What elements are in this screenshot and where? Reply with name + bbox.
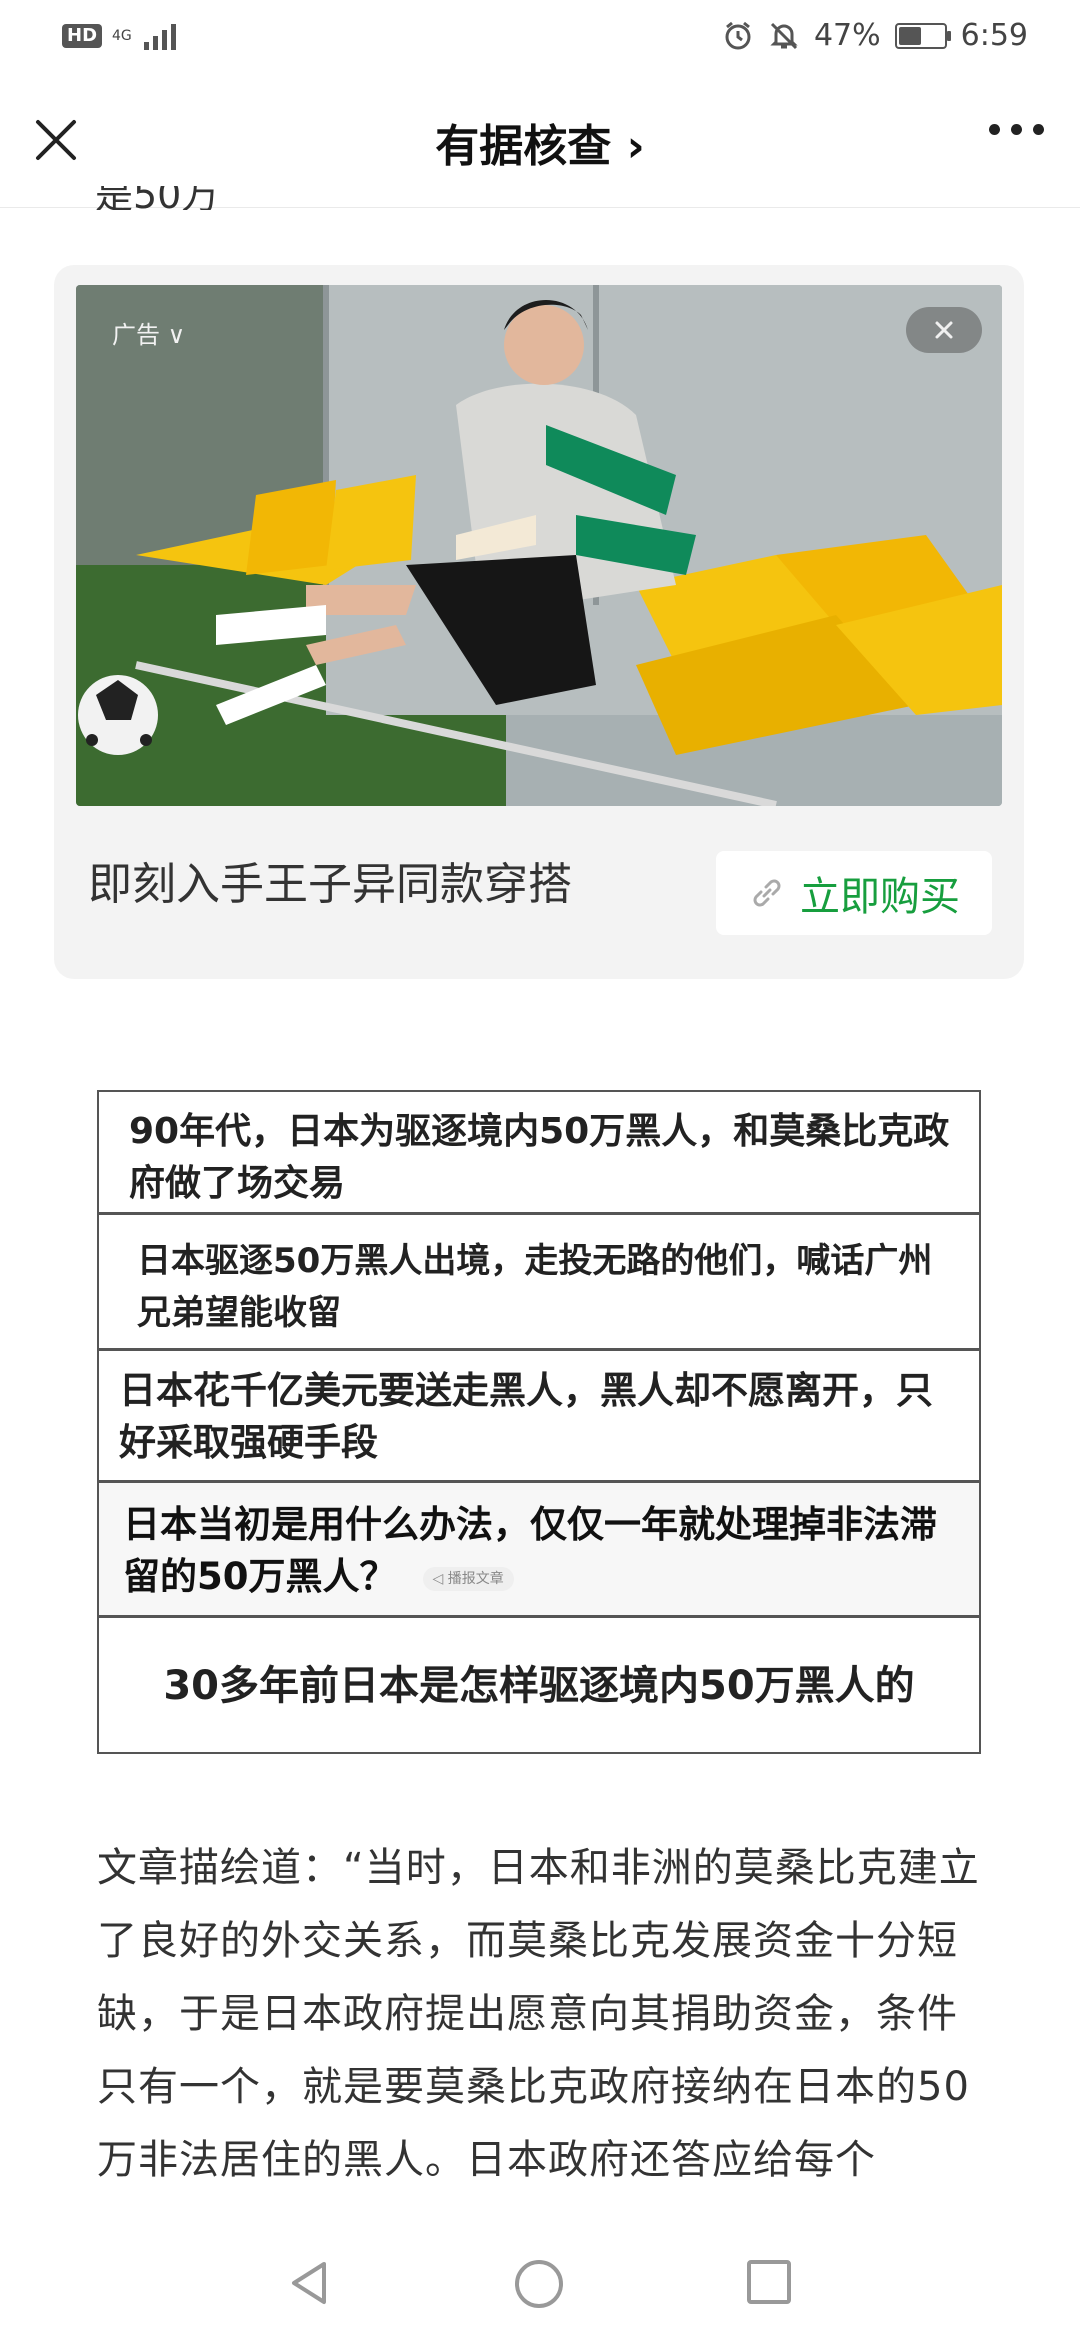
system-nav-bar [0, 2220, 1080, 2340]
more-dot [1011, 124, 1022, 135]
ad-close-button[interactable] [906, 307, 982, 353]
mute-bell-icon [770, 22, 798, 49]
headline-text: 日本花千亿美元要送走黑人，黑人却不愿离开，只好采取强硬手段 [119, 1369, 933, 1464]
alarm-icon [725, 21, 751, 49]
more-dot [1033, 124, 1044, 135]
listen-chip: ◁ 播报文章 [422, 1566, 514, 1591]
app-screen: HD 4G 47% 6:59 有据核查 › 是50万 广告 ∨ 即刻入手王子异同… [0, 0, 1080, 2340]
battery-percent: 47% [813, 18, 881, 53]
home-icon[interactable] [513, 2258, 565, 2310]
buy-now-button[interactable]: 立即购买 [716, 851, 992, 935]
listen-chip-label: 播报文章 [447, 1570, 504, 1587]
ad-image[interactable]: 广告 ∨ [76, 285, 1002, 806]
headline-text: 30多年前日本是怎样驱逐境内50万黑人的 [163, 1663, 915, 1709]
headline-text-wrap: 日本当初是用什么办法，仅仅一年就处理掉非法滞留的50万黑人？ ◁ 播报文章 [123, 1499, 973, 1603]
more-dot [989, 124, 1000, 135]
clock: 6:59 [960, 18, 1028, 53]
hd-badge: HD [62, 24, 103, 48]
more-icon[interactable] [989, 124, 1044, 135]
clipped-previous-text: 是50万人。 [95, 186, 220, 210]
headline-box: 日本花千亿美元要送走黑人，黑人却不愿离开，只好采取强硬手段 [97, 1349, 981, 1482]
ad-caption[interactable]: 即刻入手王子异同款穿搭 [88, 848, 572, 912]
recents-icon[interactable] [745, 2258, 793, 2306]
ad-photo [76, 285, 1002, 806]
article-paragraph: 文章描绘道：“当时，日本和非洲的莫桑比克建立了良好的外交关系，而莫桑比克发展资金… [97, 1845, 980, 2183]
headline-box: 日本驱逐50万黑人出境，走投无路的他们，喊话广州兄弟望能收留 [97, 1213, 981, 1350]
battery-icon [894, 22, 951, 49]
close-icon [935, 321, 953, 339]
headline-text: 日本当初是用什么办法，仅仅一年就处理掉非法滞留的50万黑人？ [123, 1503, 937, 1598]
status-right: 47% 6:59 [722, 18, 1028, 53]
headline-text: 日本驱逐50万黑人出境，走投无路的他们，喊话广州兄弟望能收留 [137, 1241, 933, 1333]
ad-card[interactable]: 广告 ∨ 即刻入手王子异同款穿搭 立即购买 [54, 265, 1024, 979]
status-left: HD 4G [62, 22, 182, 50]
signal-icon [143, 24, 176, 50]
network-label: 4G [112, 28, 132, 44]
headline-box: 90年代，日本为驱逐境内50万黑人，和莫桑比克政府做了场交易 [97, 1090, 981, 1214]
back-icon[interactable] [284, 2258, 334, 2308]
battery-fill [898, 26, 922, 45]
headline-text: 90年代，日本为驱逐境内50万黑人，和莫桑比克政府做了场交易 [129, 1111, 950, 1204]
headline-box: 30多年前日本是怎样驱逐境内50万黑人的 [97, 1616, 981, 1754]
clipped-previous-line: 是50万人。 [95, 186, 295, 210]
ad-label[interactable]: 广告 ∨ [112, 315, 185, 350]
link-icon [753, 879, 781, 907]
status-bar: HD 4G 47% 6:59 [0, 0, 1080, 72]
headline-box: 日本当初是用什么办法，仅仅一年就处理掉非法滞留的50万黑人？ ◁ 播报文章 [97, 1481, 981, 1617]
buy-now-label: 立即购买 [800, 874, 960, 920]
account-title[interactable]: 有据核查 › [0, 110, 1080, 174]
